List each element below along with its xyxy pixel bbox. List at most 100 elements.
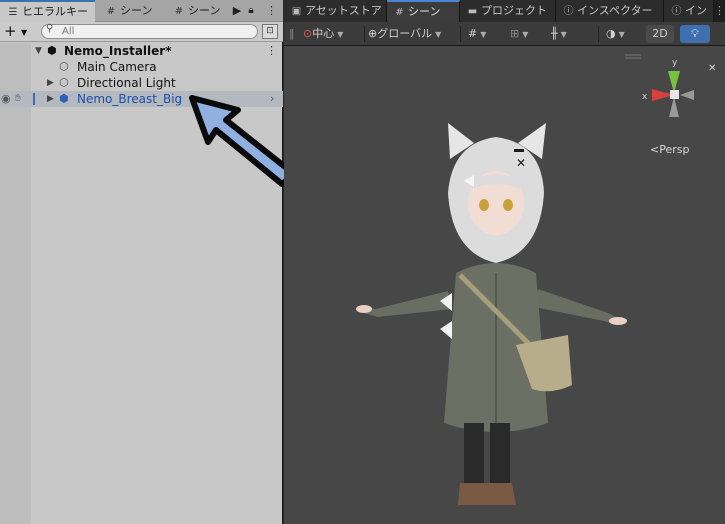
hierarchy-row-directional-light[interactable]: ▶ ⬡ Directional Light — [0, 75, 283, 91]
nemo-breast-big-label: Nemo_Breast_Big — [77, 92, 183, 106]
chevron-down-icon: ▼ — [560, 30, 567, 39]
gizmo-center-cube-icon[interactable] — [670, 90, 679, 99]
right-boot — [484, 483, 516, 505]
hierarchy-row-root[interactable]: ▼ ⬢ Nemo_Installer* ⋮ — [0, 43, 283, 59]
snap-grid-icon: ⊞ — [510, 27, 520, 40]
more-menu-icon[interactable]: ⋮ — [266, 0, 277, 22]
gizmo-x-label: x — [642, 92, 648, 102]
marker-lower — [440, 321, 452, 339]
shopping-bag-icon: ▣ — [291, 6, 302, 17]
more-menu-icon[interactable]: ⋮ — [714, 0, 725, 22]
tab-hierarchy[interactable]: ☰ ヒエラルキー — [0, 0, 95, 22]
collapsed-arrow-icon[interactable]: ▶ — [47, 75, 54, 91]
gizmo-neg-x-cone-icon[interactable] — [680, 90, 694, 100]
gizmo-neg-y-cone-icon[interactable] — [669, 97, 679, 117]
hierarchy-row-main-camera[interactable]: ⬡ Main Camera — [0, 59, 283, 75]
grid-visibility-dropdown[interactable]: # ▼ — [468, 25, 486, 43]
global-label: グローバル — [377, 27, 433, 40]
draw-mode-dropdown[interactable]: ◑ ▼ — [606, 25, 625, 43]
toolbar-divider — [598, 26, 599, 42]
tab-asset-store[interactable]: ▣ アセットストア — [284, 0, 387, 22]
hair-clip-bar — [514, 149, 524, 152]
globe-icon: ⊕ — [368, 27, 378, 40]
chevron-down-icon: ▼ — [480, 30, 487, 39]
scene-viewport[interactable]: y x ✕ <Persp ✕ — [284, 47, 725, 524]
hair-clip-icon: ✕ — [516, 156, 526, 170]
increment-snap-dropdown[interactable]: ╫ ▼ — [551, 25, 567, 43]
avatar-model[interactable]: ✕ — [356, 123, 636, 513]
gameobject-cube-icon: ⬡ — [59, 60, 69, 73]
prefab-cube-icon: ⬢ — [59, 92, 69, 105]
tab-overflow-arrow-icon[interactable]: ▶ — [231, 0, 243, 22]
chevron-down-icon: ▼ — [618, 30, 625, 39]
tab-inspector[interactable]: ⓘ インスペクター — [556, 0, 664, 22]
shading-sphere-icon: ◑ — [606, 27, 616, 40]
persp-text: Persp — [659, 143, 690, 156]
gizmo-z-marker: ✕ — [708, 63, 716, 74]
folder-icon: ▬ — [467, 6, 478, 17]
2d-mode-button[interactable]: 2D — [646, 25, 674, 43]
gizmo-y-cone-icon[interactable] — [668, 71, 680, 93]
projection-label[interactable]: <Persp — [650, 143, 689, 156]
chevron-down-icon: ▼ — [21, 28, 28, 37]
expanded-arrow-icon[interactable]: ▼ — [35, 43, 42, 59]
scene-grid-icon: # — [106, 6, 116, 17]
scene-grid-icon: # — [174, 6, 184, 17]
hierarchy-toolbar: + ▼ ⚲ All ⊡ — [0, 22, 283, 42]
toolbar-divider — [460, 26, 461, 42]
pickability-hand-icon[interactable]: ✋︎ — [15, 91, 21, 107]
lock-icon[interactable]: 🔒︎ — [245, 0, 257, 22]
left-leg — [464, 423, 484, 485]
tab-project[interactable]: ▬ プロジェクト — [460, 0, 556, 22]
tab-scene-label: シーン — [188, 4, 221, 17]
hierarchy-list-icon: ☰ — [8, 7, 18, 18]
hierarchy-panel: ☰ ヒエラルキー # シーン # シーン ▶ 🔒︎ ⋮ + ▼ ⚲ All ⊡ ▼ ⬢ … — [0, 0, 297, 524]
left-boot — [458, 483, 488, 505]
collapsed-arrow-icon[interactable]: ▶ — [47, 91, 54, 107]
right-arm — [534, 289, 620, 325]
tab-inspector-2-label: イン — [685, 4, 707, 17]
global-space-dropdown[interactable]: ⊕グローバル ▼ — [368, 25, 441, 43]
scene-tab-bar: ▣ アセットストア # シーン ▬ プロジェクト ⓘ インスペクター ⓘ イン ⋮ — [284, 0, 725, 22]
scene-toolbar: ‖ ⊙中心 ▼ ⊕グローバル ▼ # ▼ ⊞ ▼ ╫ ▼ ◑ ▼ 2D 💡︎ — [284, 22, 725, 46]
visibility-eye-icon[interactable]: ◉ — [1, 91, 11, 107]
main-camera-label: Main Camera — [77, 60, 157, 74]
lighting-toggle[interactable]: 💡︎ — [680, 25, 710, 43]
toolbar-divider — [364, 26, 365, 42]
unity-scene-icon: ⬢ — [47, 44, 57, 57]
lightbulb-icon: 💡︎ — [691, 27, 699, 40]
grid-snapping-toggle[interactable]: ⊞ ▼ — [510, 25, 528, 43]
selection-marker — [33, 93, 35, 105]
tab-asset-store-label: アセットストア — [305, 4, 382, 17]
tab-scene-left-2[interactable]: # シーン — [168, 0, 230, 22]
tab-hierarchy-label: ヒエラルキー — [22, 5, 88, 18]
tab-scene-left-1[interactable]: # シーン — [100, 0, 166, 22]
persp-arrow-icon: < — [650, 143, 660, 156]
add-object-button[interactable]: + ▼ — [4, 22, 34, 42]
tab-project-label: プロジェクト — [481, 4, 547, 17]
toolbar-grip-icon: ‖ — [289, 27, 295, 40]
search-by-type-icon[interactable]: ⊡ — [262, 24, 278, 39]
pivot-mode-dropdown[interactable]: ⊙中心 ▼ — [303, 25, 343, 43]
search-icon: ⚲ — [46, 23, 54, 34]
visibility-gutter — [0, 43, 31, 524]
tab-scene[interactable]: # シーン — [387, 0, 460, 22]
pivot-label: 中心 — [312, 27, 335, 40]
orientation-gizmo[interactable]: y x ✕ — [634, 53, 724, 133]
left-hand — [356, 305, 372, 313]
increment-snap-icon: ╫ — [551, 27, 558, 40]
more-menu-icon[interactable]: ⋮ — [266, 43, 277, 59]
right-leg — [490, 423, 510, 485]
chevron-down-icon: ▼ — [337, 30, 344, 39]
chevron-down-icon: ▼ — [522, 30, 529, 39]
hierarchy-search-input[interactable]: ⚲ All — [41, 23, 258, 39]
root-object-label: Nemo_Installer* — [64, 44, 172, 58]
scene-grid-icon: # — [395, 7, 404, 18]
info-icon: ⓘ — [563, 6, 574, 17]
tab-inspector-2[interactable]: ⓘ イン — [664, 0, 714, 22]
chevron-down-icon: ▼ — [435, 30, 442, 39]
left-eye — [479, 199, 489, 211]
scene-panel: ▣ アセットストア # シーン ▬ プロジェクト ⓘ インスペクター ⓘ イン ⋮ ‖ ⊙… — [284, 0, 725, 524]
add-label: + — [4, 22, 17, 40]
gameobject-cube-icon: ⬡ — [59, 76, 69, 89]
